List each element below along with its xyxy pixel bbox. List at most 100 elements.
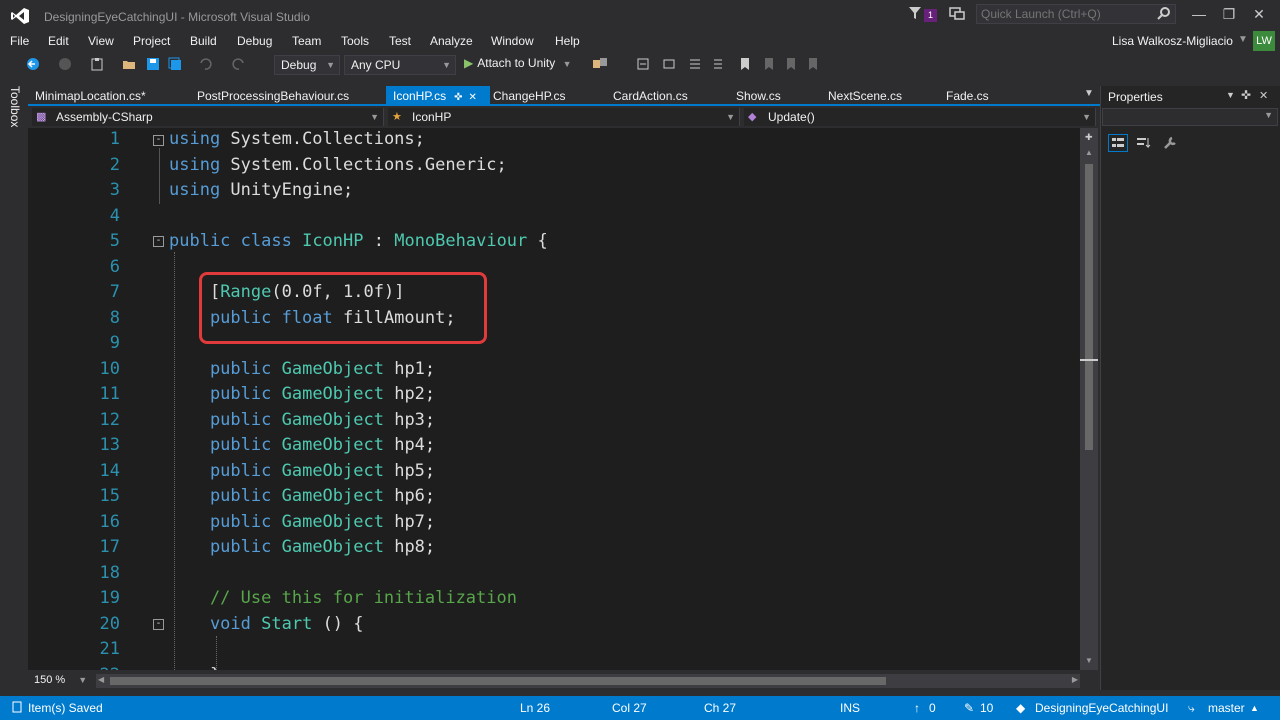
zoom-select[interactable]: 150 % ▼ (34, 674, 87, 686)
class-select[interactable]: ★ IconHP ▼ (388, 108, 740, 126)
categorized-icon[interactable] (1108, 134, 1128, 152)
code-line[interactable]: public GameObject hp6; (169, 486, 435, 506)
menu-edit[interactable]: Edit (48, 34, 69, 48)
code-line[interactable]: public class IconHP : MonoBehaviour { (169, 231, 548, 251)
forward-icon[interactable] (58, 57, 72, 71)
publish-icon[interactable]: ↑ (914, 701, 920, 715)
menu-team[interactable]: Team (292, 34, 321, 48)
undo-icon[interactable] (198, 57, 212, 71)
project-select[interactable]: ▩ Assembly-CSharp ▼ (32, 108, 384, 126)
clear-bookmarks-icon[interactable] (806, 57, 820, 71)
close-icon[interactable]: ✕ (1259, 89, 1268, 102)
menu-window[interactable]: Window (491, 34, 534, 48)
menu-tools[interactable]: Tools (341, 34, 369, 48)
collapse-icon[interactable]: - (153, 619, 164, 630)
code-line[interactable]: using UnityEngine; (169, 180, 353, 200)
quick-launch-input[interactable] (977, 5, 1147, 23)
chevron-up-icon[interactable]: ▲ (1250, 703, 1259, 713)
horizontal-scrollbar[interactable]: ◀ ▶ (96, 674, 1080, 688)
member-select[interactable]: ◆ Update() ▼ (744, 108, 1096, 126)
feedback-icon[interactable] (948, 6, 966, 22)
wrench-icon[interactable] (1162, 135, 1180, 154)
user-name[interactable]: Lisa Walkosz-Migliacio (1112, 34, 1233, 48)
tab-nextscene[interactable]: NextScene.cs (821, 86, 902, 106)
menu-analyze[interactable]: Analyze (430, 34, 473, 48)
pencil-icon[interactable]: ✎ (964, 701, 974, 715)
tab-overflow-icon[interactable]: ▼ (1084, 88, 1094, 99)
tab-iconhp[interactable]: IconHP.cs ✜ ✕ (386, 86, 490, 106)
menu-help[interactable]: Help (555, 34, 580, 48)
code-line[interactable]: public GameObject hp1; (169, 359, 435, 379)
code-line[interactable]: using System.Collections.Generic; (169, 155, 507, 175)
notifications-button[interactable]: 1 (908, 6, 938, 24)
scroll-right-icon[interactable]: ▶ (1072, 675, 1078, 684)
prev-bookmark-icon[interactable] (762, 57, 776, 71)
pin-icon[interactable]: ✜ (454, 92, 462, 103)
tab-minimaplocation[interactable]: MinimapLocation.cs* (28, 86, 146, 106)
tab-changehp[interactable]: ChangeHP.cs (486, 86, 566, 106)
attach-to-unity-button[interactable]: ▶ Attach to Unity ▼ (464, 56, 572, 74)
menu-test[interactable]: Test (389, 34, 411, 48)
menu-project[interactable]: Project (133, 34, 170, 48)
vertical-scrollbar[interactable]: ✚ ▲ ▼ (1080, 128, 1098, 670)
find-icon[interactable] (592, 57, 607, 71)
pin-icon[interactable]: ✜ (1241, 88, 1251, 102)
step-icon[interactable] (636, 57, 650, 71)
collapse-icon[interactable]: - (153, 135, 164, 146)
changes-count[interactable]: 10 (980, 701, 993, 715)
avatar[interactable]: LW (1253, 31, 1275, 51)
next-bookmark-icon[interactable] (784, 57, 798, 71)
back-icon[interactable] (26, 57, 40, 71)
scroll-down-icon[interactable]: ▼ (1085, 656, 1093, 665)
save-all-icon[interactable] (168, 57, 182, 71)
configuration-select[interactable]: Debug ▼ (274, 55, 340, 75)
scroll-up-icon[interactable]: ▲ (1085, 148, 1093, 157)
uncomment-icon[interactable] (710, 57, 724, 71)
platform-select[interactable]: Any CPU ▼ (344, 55, 456, 75)
tab-postprocessingbehaviour[interactable]: PostProcessingBehaviour.cs (190, 86, 349, 106)
menu-file[interactable]: File (10, 34, 29, 48)
repository-icon[interactable]: ◆ (1016, 701, 1025, 715)
search-icon[interactable] (1157, 6, 1171, 23)
panel-menu-icon[interactable]: ▼ (1226, 90, 1235, 100)
properties-object-select[interactable]: ▼ (1102, 108, 1278, 126)
menu-debug[interactable]: Debug (237, 34, 272, 48)
scrollbar-thumb[interactable] (1085, 164, 1093, 450)
scroll-left-icon[interactable]: ◀ (98, 675, 104, 684)
toolbox-tab[interactable]: Toolbox (8, 86, 22, 127)
scrollbar-thumb[interactable] (110, 677, 886, 685)
push-count[interactable]: 0 (929, 701, 936, 715)
menu-build[interactable]: Build (190, 34, 217, 48)
branch-icon[interactable]: ⤷ (1188, 701, 1195, 716)
code-line[interactable]: } (169, 665, 220, 671)
branch-name[interactable]: master (1208, 701, 1245, 715)
code-line[interactable]: public GameObject hp7; (169, 512, 435, 532)
code-line[interactable]: using System.Collections; (169, 129, 425, 149)
menu-view[interactable]: View (88, 34, 114, 48)
split-icon[interactable]: ✚ (1085, 132, 1093, 143)
code-line[interactable]: public GameObject hp5; (169, 461, 435, 481)
close-icon[interactable]: ✕ (469, 92, 477, 103)
new-project-icon[interactable] (90, 57, 104, 71)
quick-launch-box[interactable] (976, 4, 1176, 24)
restore-button[interactable]: ❐ (1214, 4, 1244, 24)
chevron-down-icon[interactable]: ▼ (1238, 34, 1248, 45)
code-line[interactable]: // Use this for initialization (169, 588, 517, 608)
repository-name[interactable]: DesigningEyeCatchingUI (1035, 701, 1168, 715)
redo-icon[interactable] (232, 57, 246, 71)
code-editor[interactable]: 12345678910111213141516171819202122 usin… (28, 128, 1080, 670)
minimize-button[interactable]: — (1184, 4, 1214, 24)
breakpoint-window-icon[interactable] (662, 57, 676, 71)
close-button[interactable]: ✕ (1244, 4, 1274, 24)
tab-fade[interactable]: Fade.cs (939, 86, 989, 106)
open-file-icon[interactable] (122, 57, 136, 71)
code-line[interactable]: void Start () { (169, 614, 364, 634)
collapse-icon[interactable]: - (153, 236, 164, 247)
save-icon[interactable] (146, 57, 160, 71)
tab-show[interactable]: Show.cs (729, 86, 781, 106)
alphabetical-icon[interactable] (1134, 135, 1152, 154)
comment-out-icon[interactable] (688, 57, 702, 71)
code-line[interactable]: public GameObject hp2; (169, 384, 435, 404)
code-line[interactable]: public GameObject hp8; (169, 537, 435, 557)
code-line[interactable]: public GameObject hp4; (169, 435, 435, 455)
